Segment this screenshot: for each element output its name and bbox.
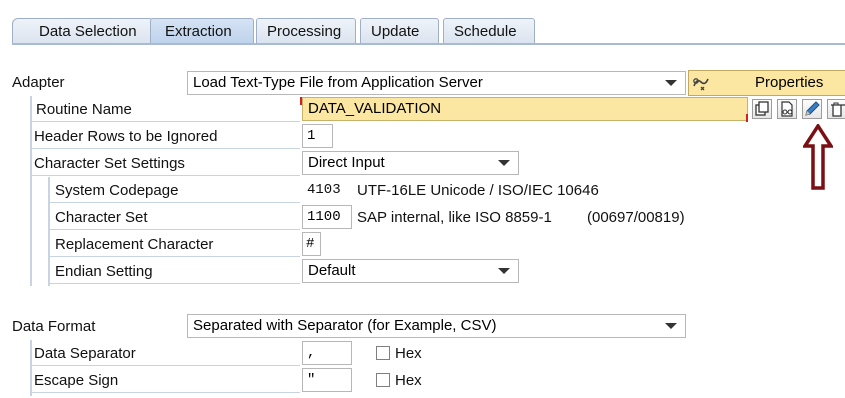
adapter-select[interactable]: Load Text-Type File from Application Ser… (187, 71, 686, 95)
routine-name-value: DATA_VALIDATION (308, 100, 442, 117)
escape-sign-value: " (307, 372, 316, 388)
edit-routine-button[interactable] (802, 99, 822, 119)
trash-icon (831, 102, 845, 117)
system-codepage-code: 4103 (307, 182, 341, 198)
system-codepage-label: System Codepage (55, 182, 179, 199)
header-rows-input[interactable]: 1 (302, 124, 333, 148)
tab-strip-divider (12, 43, 845, 45)
replacement-char-label: Replacement Character (55, 236, 214, 253)
properties-icon (691, 73, 711, 93)
tab-label: Extraction (165, 23, 232, 40)
replacement-char-input[interactable]: # (302, 232, 321, 256)
replacement-char-value: # (306, 236, 315, 252)
tab-data-selection[interactable]: Data Selection (12, 18, 153, 43)
required-marker (746, 114, 748, 122)
tab-label: Data Selection (39, 23, 137, 40)
routine-name-label: Routine Name (36, 101, 132, 118)
required-marker (300, 97, 302, 105)
pencil-icon (805, 101, 820, 116)
copy-icon (755, 101, 769, 116)
endian-label: Endian Setting (55, 263, 153, 280)
data-format-select[interactable]: Separated with Separator (for Example, C… (187, 314, 686, 338)
chevron-down-icon (665, 80, 677, 86)
data-separator-label: Data Separator (34, 345, 136, 362)
copy-routine-button[interactable] (752, 99, 772, 119)
data-separator-hex-checkbox[interactable] (376, 346, 390, 360)
escape-sign-hex-label: Hex (395, 372, 422, 389)
chevron-down-icon (498, 160, 510, 166)
display-glasses-icon (781, 101, 793, 117)
escape-sign-input[interactable]: " (302, 368, 352, 392)
chevron-down-icon (665, 323, 677, 329)
tab-label: Update (371, 23, 420, 40)
character-set-code: 1100 (307, 209, 341, 225)
character-set-desc: SAP internal, like ISO 8859-1 (357, 209, 552, 226)
adapter-select-value: Load Text-Type File from Application Ser… (193, 74, 483, 91)
tab-update[interactable]: Update (360, 18, 439, 43)
tab-extraction[interactable]: Extraction (150, 18, 254, 43)
display-routine-button[interactable] (777, 99, 797, 119)
charset-settings-select[interactable]: Direct Input (302, 151, 519, 175)
character-set-extra: (00697/00819) (587, 209, 685, 226)
header-rows-value: 1 (307, 128, 316, 144)
endian-value: Default (308, 262, 356, 279)
endian-select[interactable]: Default (302, 259, 519, 283)
tab-label: Processing (267, 23, 342, 40)
tab-schedule[interactable]: Schedule (443, 18, 535, 43)
data-format-value: Separated with Separator (for Example, C… (193, 317, 497, 334)
charset-settings-value: Direct Input (308, 154, 385, 171)
header-rows-label: Header Rows to be Ignored (34, 128, 218, 145)
data-separator-hex-label: Hex (395, 345, 422, 362)
data-separator-input[interactable]: , (302, 341, 352, 365)
data-separator-value: , (307, 345, 316, 361)
system-codepage-desc: UTF-16LE Unicode / ISO/IEC 10646 (357, 182, 599, 199)
escape-sign-label: Escape Sign (34, 372, 119, 389)
tab-processing[interactable]: Processing (256, 18, 356, 43)
data-format-label: Data Format (12, 318, 96, 335)
annotation-up-arrow (801, 122, 835, 192)
character-set-input[interactable]: 1100 (302, 205, 352, 229)
properties-button[interactable]: Properties (688, 70, 845, 96)
character-set-label: Character Set (55, 209, 148, 226)
properties-label: Properties (755, 74, 824, 91)
adapter-label: Adapter (12, 74, 65, 91)
escape-sign-hex-checkbox[interactable] (376, 373, 390, 387)
delete-routine-button[interactable] (827, 99, 845, 119)
tab-label: Schedule (454, 23, 517, 40)
chevron-down-icon (498, 268, 510, 274)
routine-name-input[interactable]: DATA_VALIDATION (302, 97, 748, 121)
charset-settings-label: Character Set Settings (34, 155, 185, 172)
